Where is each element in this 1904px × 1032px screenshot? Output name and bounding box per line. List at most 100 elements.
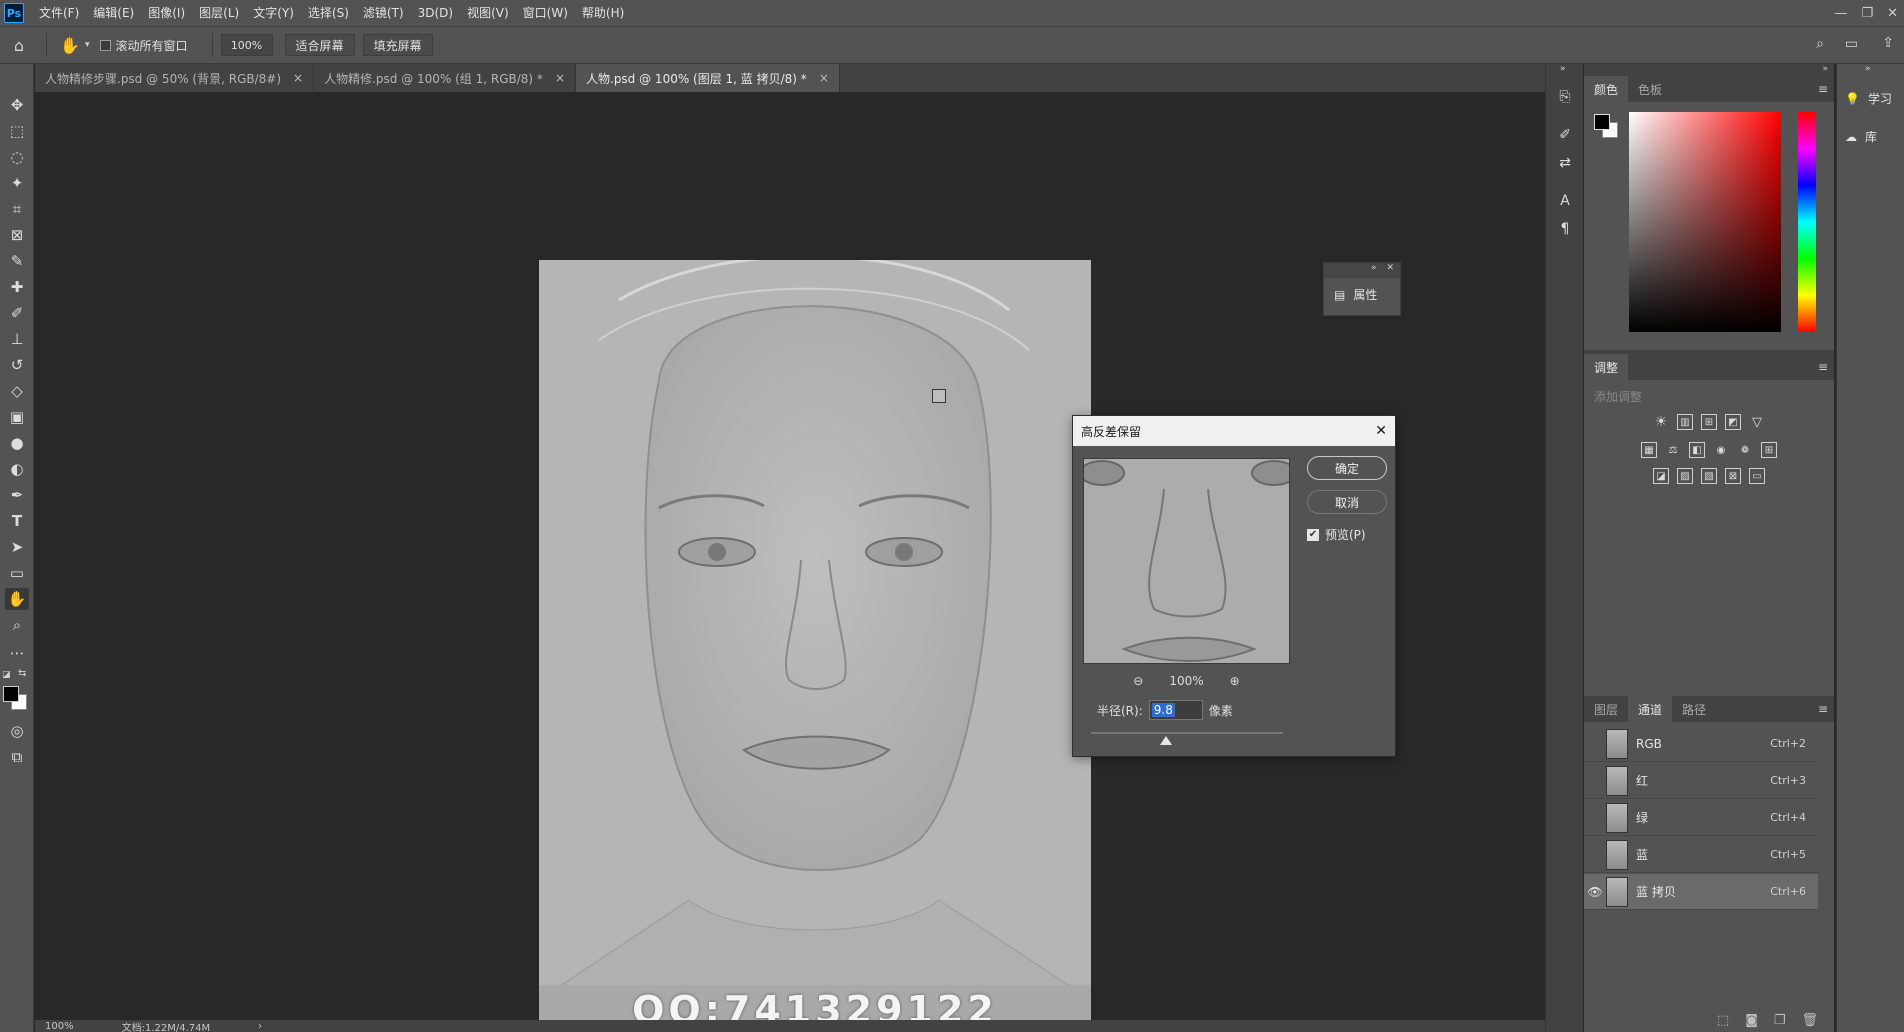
hue-slider[interactable]	[1798, 112, 1816, 332]
crop-tool-icon[interactable]: ⌗	[5, 198, 29, 220]
lasso-tool-icon[interactable]: ◌	[5, 146, 29, 168]
marquee-tool-icon[interactable]: ⬚	[5, 120, 29, 142]
load-selection-icon[interactable]: ⬚	[1717, 1013, 1729, 1028]
swap-colors-icon[interactable]: ⇆	[18, 668, 26, 679]
chevron-right-icon[interactable]: ›	[258, 1021, 262, 1032]
minimize-icon[interactable]: —	[1834, 6, 1847, 21]
eraser-tool-icon[interactable]: ◇	[5, 380, 29, 402]
brightness-icon[interactable]: ☀	[1653, 414, 1669, 430]
move-tool-icon[interactable]: ✥	[5, 94, 29, 116]
exposure-icon[interactable]: ◩	[1725, 414, 1741, 430]
channel-row-green[interactable]: 绿 Ctrl+4	[1584, 800, 1818, 836]
tab-color[interactable]: 颜色	[1584, 76, 1629, 102]
menu-icon[interactable]: ≡	[1818, 82, 1828, 96]
selective-color-icon[interactable]: ⊠	[1725, 468, 1741, 484]
tab-document-1[interactable]: 人物精修步骤.psd @ 50% (背景, RGB/8#) ×	[35, 64, 315, 92]
collapse-icon[interactable]: »	[1822, 64, 1828, 74]
close-icon[interactable]: ×	[819, 71, 829, 85]
close-icon[interactable]: ✕	[1375, 423, 1387, 439]
vibrance-icon[interactable]: ▽	[1749, 414, 1765, 430]
preview-checkbox[interactable]: ✔ 预览(P)	[1307, 526, 1366, 543]
rectangle-tool-icon[interactable]: ▭	[5, 562, 29, 584]
eye-icon[interactable]: 👁	[1584, 885, 1606, 899]
menu-icon[interactable]: ≡	[1818, 360, 1828, 374]
gradient-map-icon[interactable]: ▭	[1749, 468, 1765, 484]
save-selection-icon[interactable]: ◙	[1745, 1013, 1758, 1028]
tab-paths[interactable]: 路径	[1672, 696, 1716, 722]
color-field[interactable]	[1629, 112, 1781, 332]
scroll-all-windows-checkbox[interactable]: 滚动所有窗口	[99, 37, 188, 54]
radius-input[interactable]: 9.8	[1148, 700, 1203, 720]
menu-edit[interactable]: 编辑(E)	[86, 0, 141, 26]
levels-icon[interactable]: ▥	[1677, 414, 1693, 430]
hand-tool-icon[interactable]: ✋	[5, 588, 29, 610]
radius-slider[interactable]	[1091, 732, 1283, 745]
curves-icon[interactable]: ⊞	[1701, 414, 1717, 430]
document-image[interactable]: QQ:741329122	[539, 260, 1091, 1032]
default-colors-icon[interactable]: ◪	[2, 670, 12, 680]
color-balance-icon[interactable]: ⚖	[1665, 442, 1681, 458]
menu-image[interactable]: 图像(I)	[141, 0, 192, 26]
workspace-icon[interactable]: ▭	[1845, 36, 1858, 52]
channel-mixer-icon[interactable]: ❁	[1737, 442, 1753, 458]
history-icon[interactable]: ⎘	[1554, 86, 1576, 108]
stamp-tool-icon[interactable]: ⊥	[5, 328, 29, 350]
channel-row-red[interactable]: 红 Ctrl+3	[1584, 763, 1818, 799]
dodge-tool-icon[interactable]: ◐	[5, 458, 29, 480]
frame-tool-icon[interactable]: ⊠	[5, 224, 29, 246]
checkbox-box[interactable]	[99, 39, 111, 51]
properties-button[interactable]: ▤ 属性	[1324, 278, 1400, 311]
menu-view[interactable]: 视图(V)	[460, 0, 516, 26]
foreground-swatch[interactable]	[1594, 114, 1610, 130]
tab-document-2[interactable]: 人物精修.psd @ 100% (组 1, RGB/8) * ×	[314, 64, 576, 92]
menu-window[interactable]: 窗口(W)	[516, 0, 575, 26]
learn-button[interactable]: 💡 学习	[1845, 90, 1892, 107]
menu-layer[interactable]: 图层(L)	[192, 0, 246, 26]
menu-filter[interactable]: 滤镜(T)	[356, 0, 411, 26]
path-select-tool-icon[interactable]: ➤	[5, 536, 29, 558]
tab-layers[interactable]: 图层	[1584, 696, 1628, 722]
invert-icon[interactable]: ◪	[1653, 468, 1669, 484]
library-button[interactable]: ☁ 库	[1845, 128, 1877, 145]
screen-mode-icon[interactable]: ⧉	[5, 746, 29, 768]
healing-brush-tool-icon[interactable]: ✚	[5, 276, 29, 298]
gradient-tool-icon[interactable]: ▣	[5, 406, 29, 428]
close-icon[interactable]: ×	[293, 71, 303, 85]
tab-swatches[interactable]: 色板	[1628, 76, 1672, 102]
menu-file[interactable]: 文件(F)	[32, 0, 86, 26]
tab-adjustments[interactable]: 调整	[1584, 354, 1629, 380]
channel-row-blue-copy[interactable]: 👁 蓝 拷贝 Ctrl+6	[1584, 874, 1818, 910]
menu-3d[interactable]: 3D(D)	[411, 0, 460, 26]
chevron-down-icon[interactable]: ▾	[85, 40, 90, 50]
magic-wand-tool-icon[interactable]: ✦	[5, 172, 29, 194]
collapse-icon[interactable]: »	[1371, 263, 1377, 278]
new-channel-icon[interactable]: ❐	[1774, 1013, 1786, 1028]
home-icon[interactable]: ⌂	[0, 36, 38, 55]
channel-row-rgb[interactable]: RGB Ctrl+2	[1584, 726, 1818, 762]
menu-icon[interactable]: ≡	[1818, 702, 1828, 716]
blur-tool-icon[interactable]: ●	[5, 432, 29, 454]
hue-saturation-icon[interactable]: ▦	[1641, 442, 1657, 458]
threshold-icon[interactable]: ▧	[1701, 468, 1717, 484]
adjustments-icon[interactable]: ⇄	[1554, 152, 1576, 174]
cancel-button[interactable]: 取消	[1307, 490, 1387, 514]
history-brush-tool-icon[interactable]: ↺	[5, 354, 29, 376]
color-lookup-icon[interactable]: ⊞	[1761, 442, 1777, 458]
hand-tool-icon[interactable]: ✋	[55, 36, 85, 55]
collapse-icon[interactable]: »	[1865, 64, 1871, 74]
restore-icon[interactable]: ❐	[1861, 6, 1873, 21]
channel-row-blue[interactable]: 蓝 Ctrl+5	[1584, 837, 1818, 873]
more-tools-icon[interactable]: ⋯	[5, 642, 29, 664]
share-icon[interactable]: ⇪	[1882, 35, 1894, 51]
menu-help[interactable]: 帮助(H)	[575, 0, 631, 26]
zoom-tool-icon[interactable]: ⌕	[5, 614, 29, 636]
fit-screen-button[interactable]: 适合屏幕	[284, 34, 355, 56]
zoom-field[interactable]: 100%	[220, 34, 273, 56]
brush-settings-icon[interactable]: ✐	[1554, 124, 1576, 146]
zoom-in-icon[interactable]: ⊕	[1230, 674, 1240, 688]
trash-icon[interactable]: 🗑	[1801, 1013, 1818, 1028]
type-tool-icon[interactable]: T	[5, 510, 29, 532]
close-icon[interactable]: ×	[555, 71, 565, 85]
ok-button[interactable]: 确定	[1307, 456, 1387, 480]
character-icon[interactable]: A	[1554, 190, 1576, 212]
